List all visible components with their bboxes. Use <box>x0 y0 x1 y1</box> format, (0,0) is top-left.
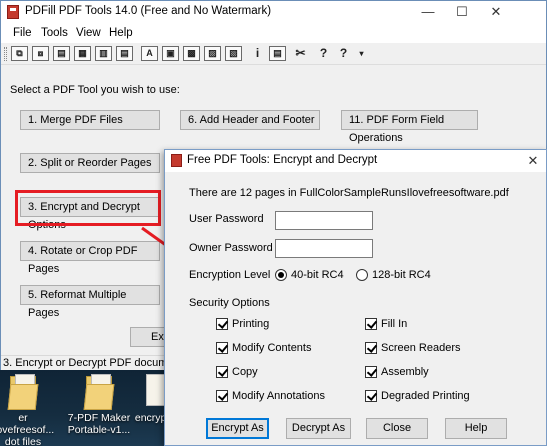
merge-pdf-button[interactable]: 1. Merge PDF Files <box>20 110 160 130</box>
checkbox-printing-label: Printing <box>232 318 270 330</box>
print-icon[interactable]: ▤ <box>269 46 286 61</box>
radio-128bit-label: 128-bit RC4 <box>372 269 431 281</box>
checkbox-screen-readers[interactable] <box>365 342 377 354</box>
page-info-text: There are 12 pages in FullColorSampleRun… <box>189 187 509 199</box>
rotate-icon[interactable]: ▦ <box>74 46 91 61</box>
radio-128bit-rc4[interactable] <box>356 269 368 281</box>
checkbox-degraded-printing[interactable] <box>365 390 377 402</box>
menu-view[interactable]: View <box>76 27 101 39</box>
owner-password-label: Owner Password <box>189 242 273 254</box>
help-button[interactable]: Help <box>445 418 507 439</box>
checkbox-modify-contents-label: Modify Contents <box>232 342 312 354</box>
encrypt-as-button[interactable]: Encrypt As ... <box>206 418 269 446</box>
reformat-icon[interactable]: ▥ <box>95 46 112 61</box>
checkbox-fill-in[interactable] <box>365 318 377 330</box>
reformat-pages-button[interactable]: 5. Reformat Multiple Pages <box>20 285 160 319</box>
encrypt-icon[interactable]: ▤ <box>53 46 70 61</box>
menu-help[interactable]: Help <box>109 27 133 39</box>
scissors-icon[interactable]: ✂ <box>292 46 309 61</box>
checkbox-printing[interactable] <box>216 318 228 330</box>
title-bar[interactable]: PDFill PDF Tools 14.0 (Free and No Water… <box>1 1 546 23</box>
toolbar: ⧉ ⧈ ▤ ▦ ▥ ▤ A ▣ ▩ ▨ ▧ i ▤ ✂ ? ? ▾ <box>1 43 546 65</box>
checkbox-assembly[interactable] <box>365 366 377 378</box>
header-footer-icon[interactable]: ▤ <box>116 46 133 61</box>
dialog-title-bar[interactable]: Free PDF Tools: Encrypt and Decrypt ✕ <box>165 150 546 172</box>
folder-icon <box>6 374 40 410</box>
header-footer-button[interactable]: 6. Add Header and Footer <box>180 110 320 130</box>
merge-icon[interactable]: ⧉ <box>11 46 28 61</box>
close-dialog-button[interactable]: Close <box>366 418 428 439</box>
tool-prompt: Select a PDF Tool you wish to use: <box>10 84 180 96</box>
checkbox-screen-readers-label: Screen Readers <box>381 342 461 354</box>
split-reorder-button[interactable]: 2. Split or Reorder Pages <box>20 153 160 173</box>
dialog-close-icon[interactable]: ✕ <box>524 152 542 170</box>
menu-tools[interactable]: Tools <box>41 27 68 39</box>
radio-40bit-rc4[interactable] <box>275 269 287 281</box>
help-icon[interactable]: ? <box>315 46 332 61</box>
desktop-icon-label: er ilovefreesof... dot files <box>0 412 55 446</box>
pdfill-app-icon <box>7 5 19 19</box>
form-icon[interactable]: ▩ <box>183 46 200 61</box>
window-title: PDFill PDF Tools 14.0 (Free and No Water… <box>25 5 272 17</box>
dropdown-icon[interactable]: ▾ <box>353 46 370 61</box>
split-icon[interactable]: ⧈ <box>32 46 49 61</box>
owner-password-input[interactable] <box>275 239 373 258</box>
checkbox-modify-annotations[interactable] <box>216 390 228 402</box>
info-icon[interactable]: i <box>249 46 266 61</box>
close-button[interactable]: ✕ <box>479 1 513 23</box>
maximize-button[interactable]: ☐ <box>445 1 479 23</box>
desktop-icon-folder-1[interactable]: er ilovefreesof... dot files <box>0 372 60 446</box>
whats-this-icon[interactable]: ? <box>335 46 352 61</box>
checkbox-copy[interactable] <box>216 366 228 378</box>
encrypt-decrypt-dialog: Free PDF Tools: Encrypt and Decrypt ✕ Th… <box>164 149 547 446</box>
checkbox-modify-annotations-label: Modify Annotations <box>232 390 325 402</box>
dialog-title: Free PDF Tools: Encrypt and Decrypt <box>187 154 378 166</box>
encryption-level-label: Encryption Level <box>189 269 271 281</box>
watermark-icon[interactable]: ▣ <box>162 46 179 61</box>
checkbox-modify-contents[interactable] <box>216 342 228 354</box>
radio-40bit-label: 40-bit RC4 <box>291 269 344 281</box>
checkbox-assembly-label: Assembly <box>381 366 429 378</box>
user-password-input[interactable] <box>275 211 373 230</box>
annotation-highlight-box <box>15 190 161 226</box>
image-icon[interactable]: ▨ <box>204 46 221 61</box>
checkbox-degraded-printing-label: Degraded Printing <box>381 390 470 402</box>
security-options-label: Security Options <box>189 297 270 309</box>
rotate-crop-button[interactable]: 4. Rotate or Crop PDF Pages <box>20 241 160 275</box>
checkbox-copy-label: Copy <box>232 366 258 378</box>
minimize-button[interactable]: — <box>411 1 445 23</box>
text-icon[interactable]: A <box>141 46 158 61</box>
menu-file[interactable]: File <box>13 27 32 39</box>
pdfill-app-icon <box>171 154 182 167</box>
decrypt-as-button[interactable]: Decrypt As ... <box>286 418 351 446</box>
form-field-button[interactable]: 11. PDF Form Field Operations <box>341 110 478 144</box>
toolbar-grip[interactable] <box>4 47 7 61</box>
folder-icon <box>82 374 116 410</box>
scan-icon[interactable]: ▧ <box>225 46 242 61</box>
menu-bar: File Tools View Help <box>1 25 546 43</box>
user-password-label: User Password <box>189 213 264 225</box>
checkbox-fill-in-label: Fill In <box>381 318 408 330</box>
